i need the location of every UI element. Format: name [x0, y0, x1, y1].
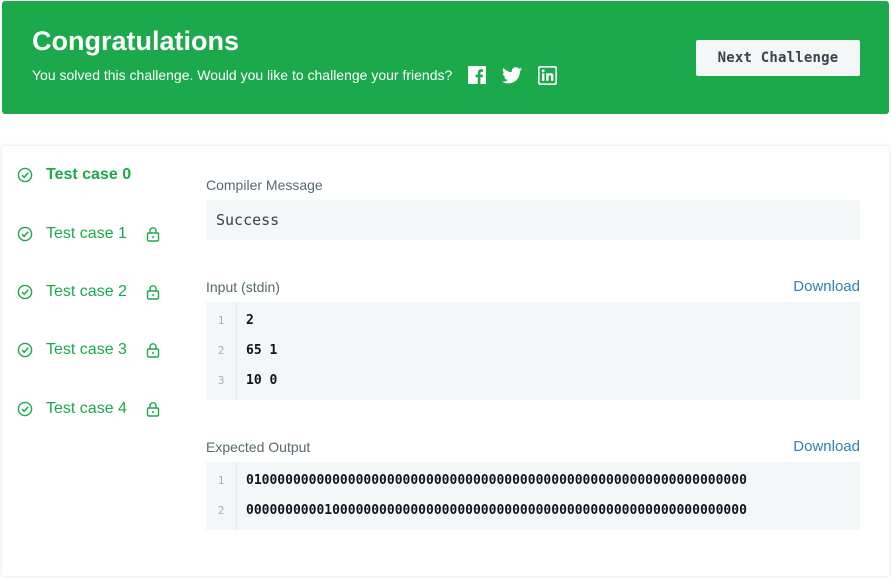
- code-line: 2 00000000001000000000000000000000000000…: [206, 496, 860, 526]
- check-circle-icon: [17, 342, 33, 358]
- banner-title: Congratulations: [32, 26, 239, 56]
- code-line: 1 2: [206, 306, 860, 336]
- success-banner: Congratulations You solved this challeng…: [2, 1, 889, 114]
- test-case-label: Test case 0: [46, 166, 132, 183]
- input-label: Input (stdin): [206, 279, 280, 295]
- test-case-4[interactable]: Test case 4: [17, 397, 160, 421]
- line-text: 0000000000100000000000000000000000000000…: [246, 503, 747, 518]
- banner-subtitle-row: You solved this challenge. Would you lik…: [32, 65, 557, 85]
- check-circle-icon: [17, 284, 33, 300]
- twitter-icon[interactable]: [502, 65, 523, 85]
- line-text: 0100000000000000000000000000000000000000…: [246, 473, 747, 488]
- input-download-link[interactable]: Download: [793, 278, 860, 295]
- test-case-label: Test case 3: [46, 341, 127, 358]
- facebook-icon[interactable]: [467, 65, 487, 85]
- expected-output-code-box: 1 01000000000000000000000000000000000000…: [206, 462, 860, 530]
- banner-subtitle: You solved this challenge. Would you lik…: [32, 67, 453, 83]
- line-number: 2: [217, 344, 225, 357]
- lock-icon: [146, 284, 160, 300]
- line-text: 65 1: [246, 343, 278, 358]
- code-line: 2 65 1: [206, 336, 860, 366]
- compiler-message-label: Compiler Message: [206, 177, 323, 193]
- linkedin-icon[interactable]: [537, 65, 557, 85]
- test-case-label: Test case 1: [46, 225, 127, 242]
- expected-download-link[interactable]: Download: [793, 438, 860, 455]
- test-case-3[interactable]: Test case 3: [17, 338, 160, 362]
- code-line: 3 10 0: [206, 366, 860, 396]
- next-challenge-button[interactable]: Next Challenge: [696, 40, 860, 76]
- expected-output-label: Expected Output: [206, 439, 311, 455]
- code-line: 1 01000000000000000000000000000000000000…: [206, 466, 860, 496]
- check-circle-icon: [17, 401, 33, 417]
- line-number: 2: [217, 504, 225, 517]
- lock-icon: [146, 342, 160, 358]
- line-text: 10 0: [246, 373, 278, 388]
- test-case-0[interactable]: Test case 0: [17, 163, 131, 187]
- test-case-label: Test case 4: [46, 400, 127, 417]
- test-case-1[interactable]: Test case 1: [17, 222, 160, 246]
- check-circle-icon: [17, 226, 33, 242]
- line-text: 2: [246, 313, 254, 328]
- compiler-message-box: Success: [206, 200, 860, 240]
- test-case-2[interactable]: Test case 2: [17, 280, 160, 304]
- input-code-box: 1 2 2 65 1 3 10 0: [206, 302, 860, 400]
- line-number: 1: [217, 474, 225, 487]
- check-circle-icon: [17, 167, 33, 183]
- test-case-label: Test case 2: [46, 283, 127, 300]
- lock-icon: [146, 401, 160, 417]
- line-number: 3: [217, 374, 225, 387]
- line-number: 1: [217, 314, 225, 327]
- lock-icon: [146, 226, 160, 242]
- results-panel: Test case 0 Test case 1 Test case 2 Test…: [2, 146, 889, 576]
